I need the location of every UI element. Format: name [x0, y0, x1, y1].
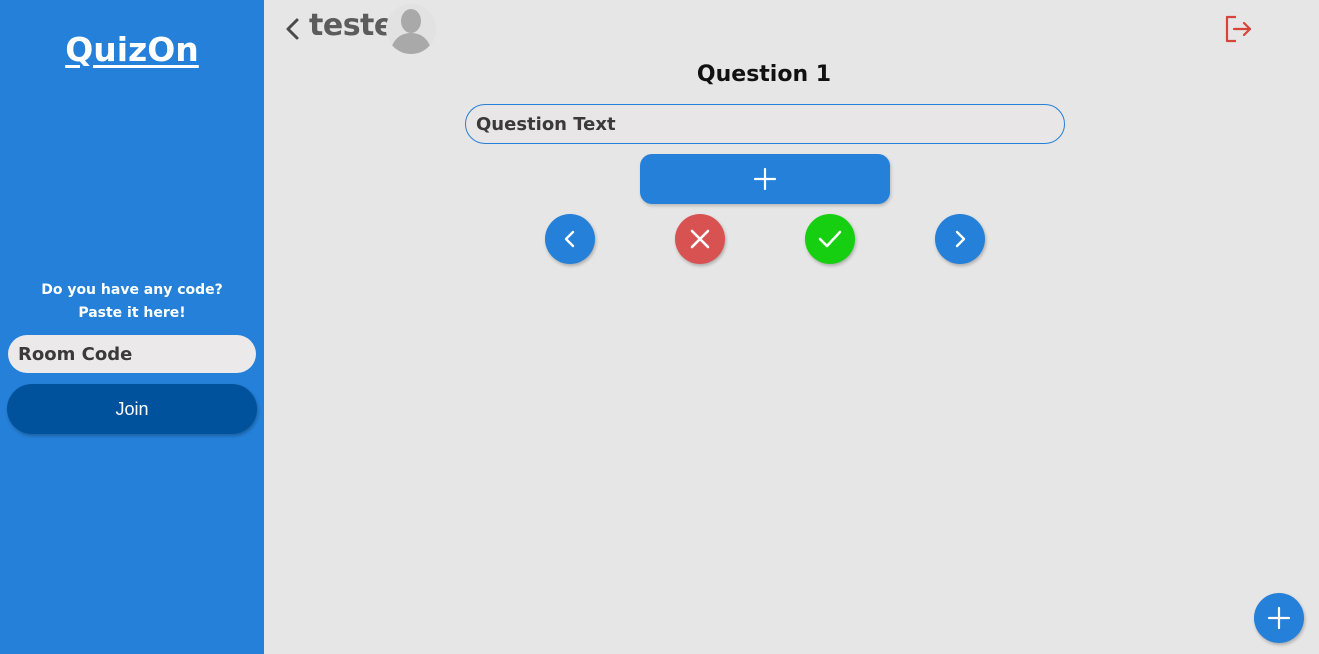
room-code-input[interactable]	[8, 335, 256, 373]
user-silhouette-icon	[386, 4, 436, 54]
code-prompt-line2: Paste it here!	[78, 305, 186, 321]
join-button[interactable]: Join	[7, 384, 257, 434]
code-prompt: Do you have any code? Paste it here!	[0, 279, 264, 325]
delete-question-button[interactable]	[675, 214, 725, 264]
next-question-button[interactable]	[935, 214, 985, 264]
quiz-title: teste	[309, 8, 394, 43]
question-text-input[interactable]	[465, 104, 1065, 144]
close-icon	[690, 229, 710, 249]
chevron-left-icon	[564, 230, 575, 248]
previous-question-button[interactable]	[545, 214, 595, 264]
plus-icon	[753, 167, 777, 191]
chevron-right-icon	[955, 230, 966, 248]
plus-icon	[1267, 606, 1291, 630]
chevron-left-icon[interactable]	[284, 16, 302, 42]
confirm-question-button[interactable]	[805, 214, 855, 264]
check-icon	[818, 230, 842, 248]
add-answer-button[interactable]	[640, 154, 890, 204]
code-prompt-line1: Do you have any code?	[41, 282, 223, 298]
brand-logo[interactable]: QuizOn	[0, 30, 264, 69]
app-root: QuizOn Do you have any code? Paste it he…	[0, 0, 1319, 654]
sidebar: QuizOn Do you have any code? Paste it he…	[0, 0, 264, 654]
logout-icon[interactable]	[1222, 13, 1254, 45]
question-heading: Question 1	[696, 62, 832, 87]
add-question-fab[interactable]	[1254, 593, 1304, 643]
avatar[interactable]	[386, 4, 436, 54]
